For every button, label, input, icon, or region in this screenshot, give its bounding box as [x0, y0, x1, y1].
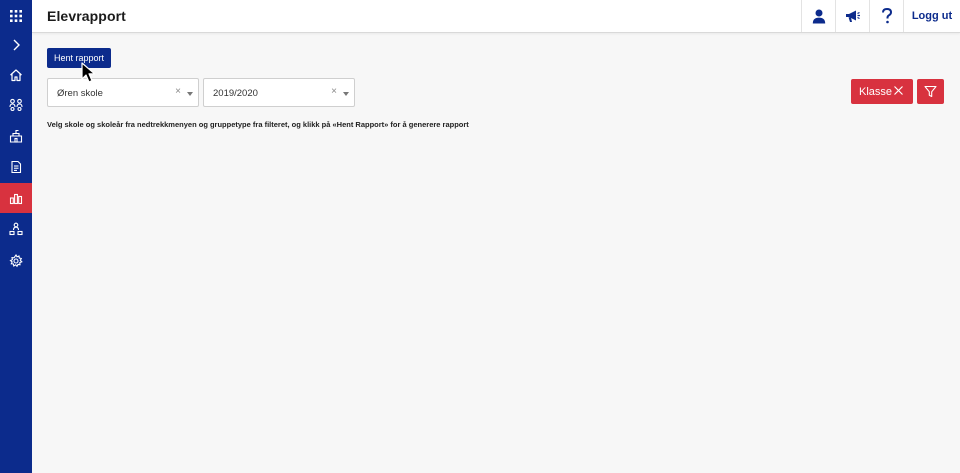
filter-button[interactable]	[917, 79, 944, 104]
user-icon	[812, 9, 825, 23]
instruction-text: Velg skole og skoleår fra nedtrekkmenyen…	[47, 120, 469, 129]
sidebar-item-reports[interactable]	[0, 183, 32, 213]
group-type-chip[interactable]: Klasse	[851, 79, 913, 104]
bar-chart-icon	[9, 193, 23, 205]
fetch-report-button[interactable]: Hent rapport	[47, 48, 111, 68]
sidebar-item-settings[interactable]	[0, 246, 32, 276]
school-select-caret-icon[interactable]	[187, 92, 193, 96]
sidebar-item-home[interactable]	[0, 60, 32, 90]
megaphone-icon	[845, 10, 860, 22]
school-year-select-value: 2019/2020	[213, 88, 258, 99]
sidebar	[0, 0, 32, 473]
expand-sidebar-button[interactable]	[0, 30, 32, 60]
gear-icon	[9, 254, 23, 268]
school-icon	[9, 129, 23, 143]
filter-icon	[924, 85, 937, 98]
home-icon	[10, 69, 22, 82]
school-select-value: Øren skole	[57, 88, 103, 99]
school-year-select[interactable]: 2019/2020 ×	[203, 78, 355, 107]
logout-button[interactable]: Logg ut	[903, 0, 960, 32]
sidebar-item-documents[interactable]	[0, 152, 32, 182]
profile-button[interactable]	[801, 0, 835, 32]
sidebar-item-organization[interactable]	[0, 214, 32, 244]
school-select[interactable]: Øren skole ×	[47, 78, 199, 107]
org-tree-icon	[9, 222, 23, 236]
grid-icon	[10, 10, 22, 22]
sidebar-item-groups[interactable]	[0, 90, 32, 120]
school-select-clear-icon[interactable]: ×	[175, 87, 181, 97]
school-year-select-clear-icon[interactable]: ×	[331, 87, 337, 97]
page-title: Elevrapport	[47, 8, 126, 24]
close-icon[interactable]	[893, 85, 904, 96]
top-bar: Elevrapport Logg ut	[32, 0, 960, 33]
logout-label: Logg ut	[911, 10, 953, 22]
announcements-button[interactable]	[835, 0, 869, 32]
chevron-right-icon	[13, 39, 20, 51]
groups-icon	[9, 98, 23, 112]
sidebar-item-school[interactable]	[0, 121, 32, 151]
document-icon	[11, 160, 22, 174]
school-year-select-caret-icon[interactable]	[343, 92, 349, 96]
mouse-cursor-icon	[81, 62, 96, 83]
group-type-chip-label: Klasse	[859, 85, 893, 98]
apps-grid-button[interactable]	[0, 1, 32, 31]
help-icon	[881, 8, 892, 24]
help-button[interactable]	[869, 0, 903, 32]
